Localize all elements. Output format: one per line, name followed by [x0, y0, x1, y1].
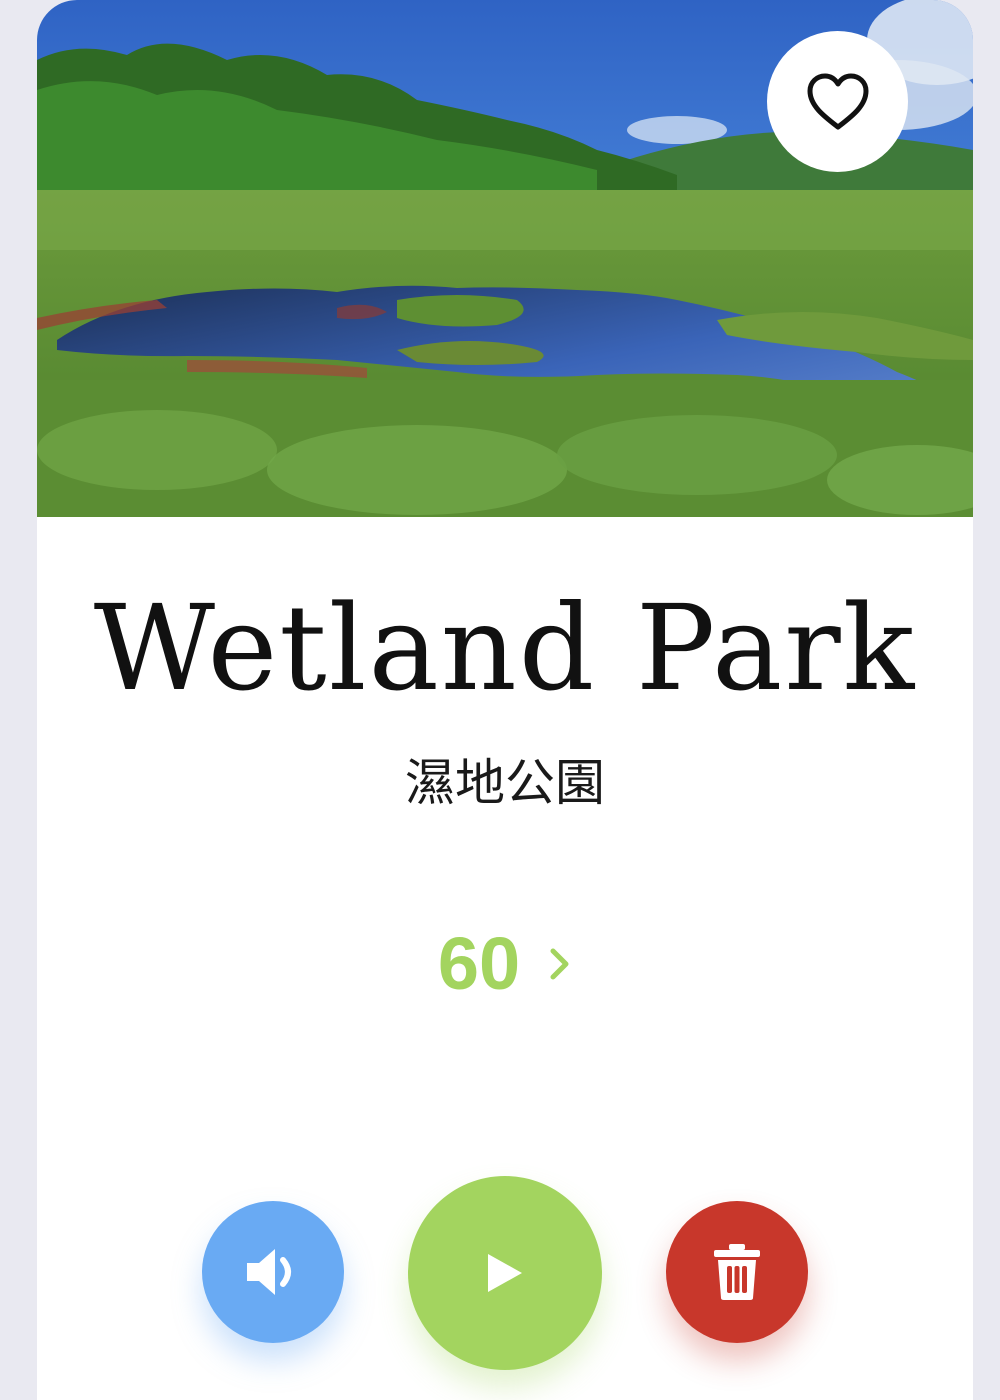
place-subtitle: 濕地公園: [405, 754, 605, 812]
play-button[interactable]: [408, 1176, 602, 1370]
chevron-right-icon: [550, 948, 569, 980]
count-link[interactable]: 60: [37, 918, 973, 1010]
place-card: Wetland Park 濕地公園 60: [37, 0, 973, 1400]
count-value: 60: [437, 922, 521, 1005]
play-icon: [488, 1254, 522, 1292]
delete-button[interactable]: [666, 1201, 808, 1343]
sound-button[interactable]: [202, 1201, 344, 1343]
trash-icon: [714, 1244, 760, 1300]
favorite-button[interactable]: [767, 31, 908, 172]
speaker-icon: [247, 1249, 291, 1295]
heart-outline-icon: [807, 73, 868, 129]
place-title: Wetland Park: [93, 579, 917, 717]
